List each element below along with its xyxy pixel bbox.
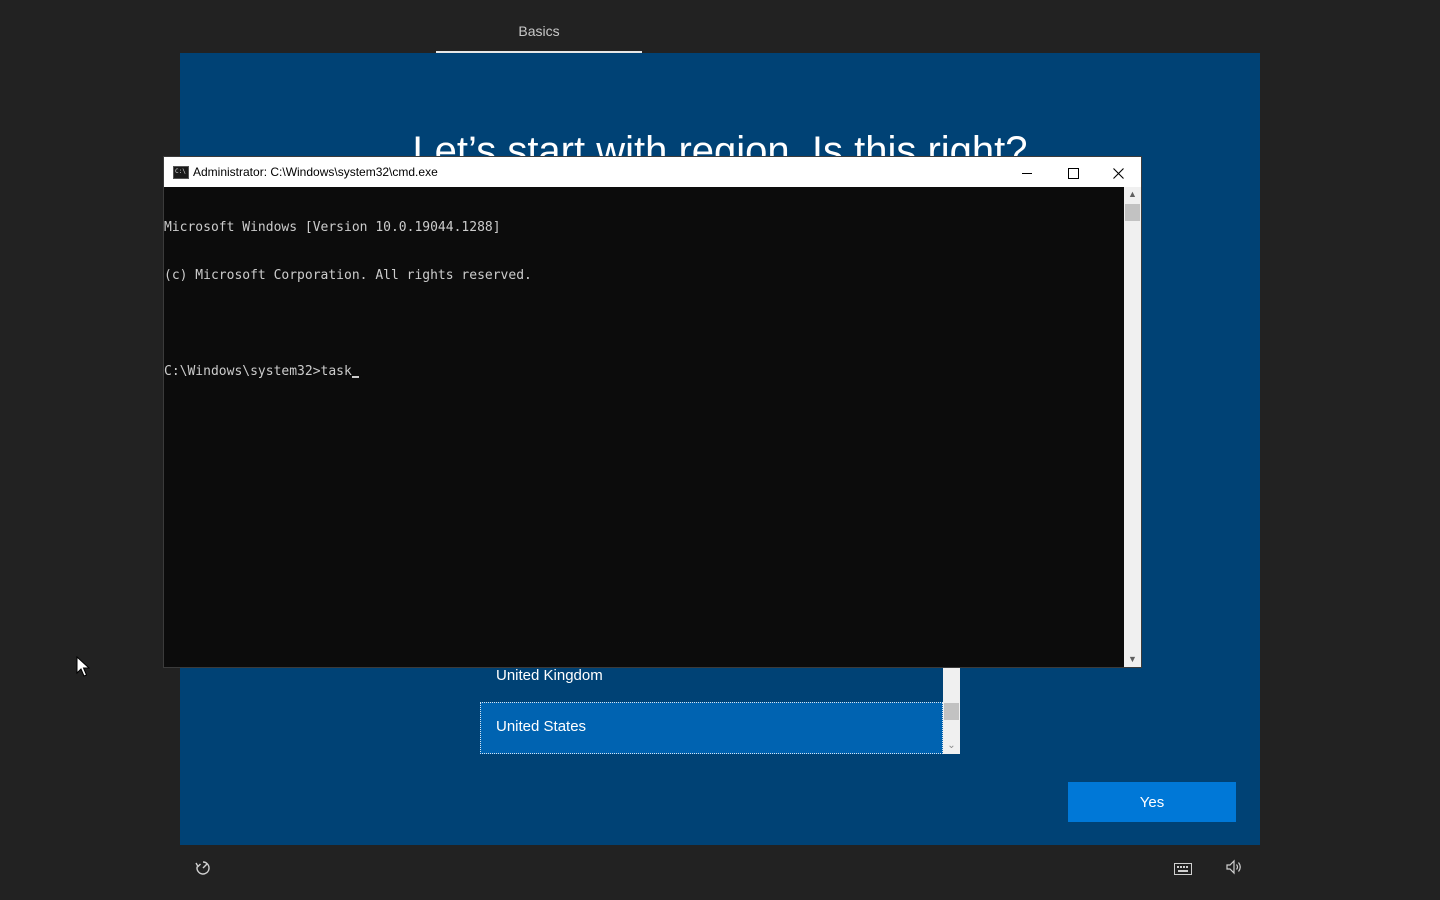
cmd-scrollbar[interactable]: ▲ ▼ (1124, 187, 1141, 667)
minimize-icon (1022, 172, 1032, 174)
close-button[interactable] (1095, 157, 1141, 187)
cmd-window[interactable]: C:\ Administrator: C:\Windows\system32\c… (164, 157, 1141, 667)
mouse-pointer-icon (76, 655, 91, 683)
scroll-down-icon[interactable]: ⌄ (943, 740, 960, 752)
console-output[interactable]: Microsoft Windows [Version 10.0.19044.12… (164, 187, 1124, 668)
window-title: Administrator: C:\Windows\system32\cmd.e… (193, 165, 438, 179)
console-line: Microsoft Windows [Version 10.0.19044.12… (164, 220, 501, 235)
yes-button[interactable]: Yes (1068, 782, 1236, 822)
minimize-button[interactable] (1004, 157, 1050, 187)
volume-icon[interactable] (1222, 859, 1246, 883)
console-prompt-line[interactable]: C:\Windows\system32>task (164, 364, 1124, 380)
console-line: (c) Microsoft Corporation. All rights re… (164, 268, 532, 283)
maximize-button[interactable] (1050, 157, 1096, 187)
close-icon (1112, 167, 1124, 179)
scroll-down-icon[interactable]: ▼ (1124, 652, 1141, 667)
keyboard-icon[interactable] (1171, 859, 1195, 883)
cmd-titlebar[interactable]: C:\ Administrator: C:\Windows\system32\c… (164, 157, 1141, 187)
console-input[interactable]: C:\Windows\system32>task (164, 364, 352, 379)
list-item-united-states[interactable]: United States (480, 702, 943, 754)
maximize-icon (1067, 167, 1079, 179)
tab-bar: Basics (0, 0, 1440, 53)
scrollbar-thumb[interactable] (944, 703, 959, 720)
cmd-app-icon: C:\ (173, 166, 189, 179)
tab-basics[interactable]: Basics (436, 0, 642, 53)
text-cursor (351, 376, 359, 378)
scroll-up-icon[interactable]: ▲ (1124, 187, 1141, 202)
ease-of-access-icon[interactable] (191, 859, 215, 883)
scrollbar-thumb[interactable] (1125, 204, 1140, 221)
